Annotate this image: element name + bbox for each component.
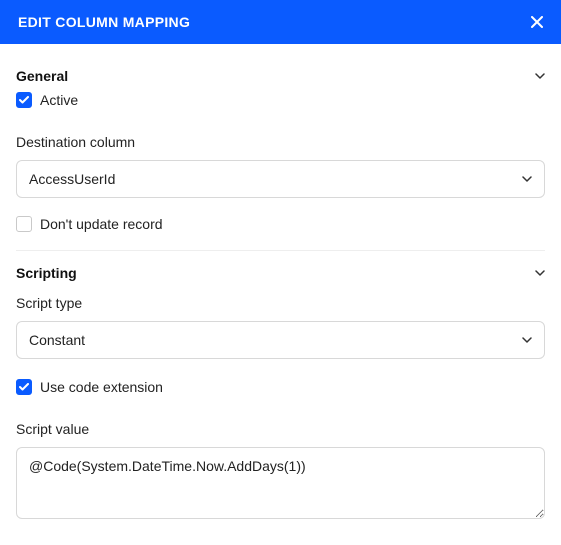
section-toggle-scripting[interactable]: Scripting xyxy=(16,265,545,281)
script-type-value: Constant xyxy=(29,332,85,348)
chevron-down-icon xyxy=(522,174,532,184)
destination-column-select[interactable]: AccessUserId xyxy=(16,160,545,198)
script-value-label: Script value xyxy=(16,421,545,437)
dont-update-checkbox[interactable] xyxy=(16,216,32,232)
dialog-body: General Active Destination column Access… xyxy=(0,44,561,540)
section-divider xyxy=(16,250,545,251)
script-type-select[interactable]: Constant xyxy=(16,321,545,359)
active-checkbox[interactable] xyxy=(16,92,32,108)
use-code-extension-label: Use code extension xyxy=(40,379,163,395)
use-code-extension-checkbox[interactable] xyxy=(16,379,32,395)
destination-column-label: Destination column xyxy=(16,134,545,150)
active-label: Active xyxy=(40,92,78,108)
chevron-down-icon xyxy=(535,71,545,81)
section-toggle-general[interactable]: General xyxy=(16,68,545,84)
dialog-header: EDIT COLUMN MAPPING xyxy=(0,0,561,44)
section-title-general: General xyxy=(16,68,68,84)
script-type-label: Script type xyxy=(16,295,545,311)
script-value-textarea[interactable] xyxy=(16,447,545,519)
checkbox-row-use-code-extension: Use code extension xyxy=(16,379,545,395)
section-title-scripting: Scripting xyxy=(16,265,77,281)
chevron-down-icon xyxy=(535,268,545,278)
chevron-down-icon xyxy=(522,335,532,345)
destination-column-value: AccessUserId xyxy=(29,171,115,187)
close-icon[interactable] xyxy=(531,16,543,28)
dialog-title: EDIT COLUMN MAPPING xyxy=(18,14,190,30)
checkbox-row-dont-update: Don't update record xyxy=(16,216,545,232)
checkbox-row-active: Active xyxy=(16,92,545,108)
dont-update-label: Don't update record xyxy=(40,216,163,232)
